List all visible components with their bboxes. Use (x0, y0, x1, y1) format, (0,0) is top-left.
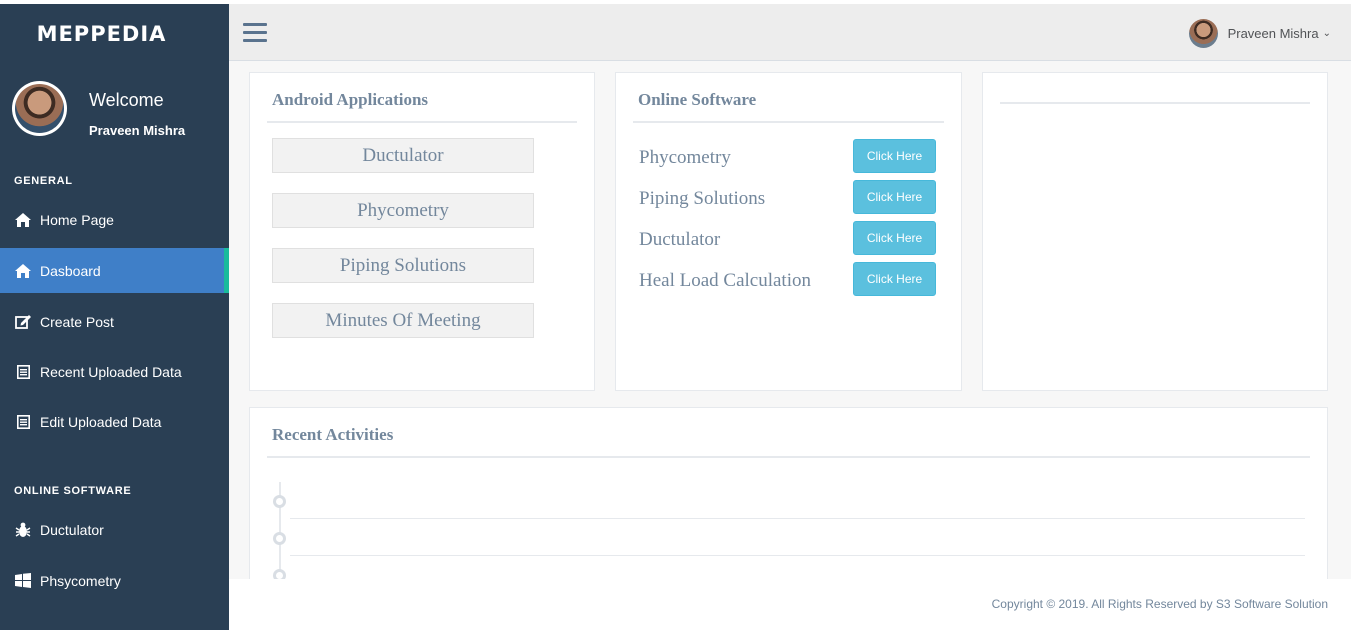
bug-icon (14, 522, 32, 538)
sidebar-item-ductulator[interactable]: Ductulator (0, 507, 229, 552)
panel-title: Android Applications (272, 90, 429, 109)
chevron-down-icon: ⌄ (1322, 28, 1331, 39)
avatar (1188, 19, 1218, 48)
welcome-text: Welcome (89, 90, 164, 110)
sidebar-item-label: Phsycometry (40, 572, 121, 589)
sidebar-item-phsycometry[interactable]: Phsycometry (0, 558, 229, 603)
sidebar-item-home-page[interactable]: Home Page (0, 197, 229, 242)
sidebar-item-label: Edit Uploaded Data (40, 413, 162, 430)
app-link-phycometry[interactable]: Phycometry (272, 193, 534, 228)
online-software-panel: Online Software Phycometry Click Here Pi… (615, 72, 962, 391)
sidebar-item-label: Create Post (40, 313, 114, 330)
software-label: Ductulator (639, 229, 721, 250)
profile: Welcome Praveen Mishra (0, 64, 229, 164)
section-online-title: ONLINE SOFTWARE (14, 485, 132, 497)
sidebar: MEPPEDIA Welcome Praveen Mishra GENERAL … (0, 4, 229, 630)
user-menu[interactable]: Praveen Mishra ⌄ (1188, 19, 1331, 48)
home-icon (14, 263, 32, 278)
sidebar-item-label: Dasboard (40, 262, 101, 279)
click-here-button[interactable]: Click Here (853, 221, 936, 255)
brand-title[interactable]: MEPPEDIA (37, 22, 167, 46)
sidebar-item-edit-uploaded-data[interactable]: Edit Uploaded Data (0, 399, 229, 444)
click-here-button[interactable]: Click Here (853, 139, 936, 173)
panel-divider (267, 456, 1310, 458)
main-content: Android Applications Ductulator Phycomet… (229, 61, 1351, 597)
menu-toggle-icon[interactable] (243, 23, 267, 43)
sidebar-item-label: Home Page (40, 211, 114, 228)
sidebar-item-create-post[interactable]: Create Post (0, 299, 229, 344)
list-icon (14, 414, 32, 429)
timeline-dot (273, 532, 286, 545)
top-navbar: Praveen Mishra ⌄ (229, 4, 1351, 61)
panel-divider (1000, 102, 1310, 104)
brand[interactable]: MEPPEDIA (0, 4, 229, 64)
app-link-minutes-of-meeting[interactable]: Minutes Of Meeting (272, 303, 534, 338)
empty-panel (982, 72, 1328, 391)
click-here-button[interactable]: Click Here (853, 262, 936, 296)
panel-divider (267, 121, 577, 123)
app-link-ductulator[interactable]: Ductulator (272, 138, 534, 173)
android-applications-panel: Android Applications Ductulator Phycomet… (249, 72, 595, 391)
timeline-dot (273, 495, 286, 508)
recent-activities-panel: Recent Activities (249, 407, 1328, 597)
sidebar-item-dashboard[interactable]: Dasboard (0, 248, 229, 293)
click-here-button[interactable]: Click Here (853, 180, 936, 214)
sidebar-item-recent-uploaded-data[interactable]: Recent Uploaded Data (0, 349, 229, 394)
software-label: Piping Solutions (639, 188, 766, 209)
edit-icon (14, 314, 32, 329)
panel-title: Recent Activities (272, 425, 394, 444)
sidebar-item-label: Ductulator (40, 521, 104, 538)
profile-name: Praveen Mishra (89, 123, 186, 138)
timeline-divider (290, 518, 1305, 519)
user-menu-name: Praveen Mishra (1227, 26, 1319, 41)
panel-title: Online Software (638, 90, 757, 109)
software-row: Phycometry Click Here (639, 139, 939, 173)
section-general-title: GENERAL (14, 175, 73, 187)
sidebar-item-label: Recent Uploaded Data (40, 363, 182, 380)
windows-icon (14, 573, 32, 588)
software-row: Ductulator Click Here (639, 221, 939, 255)
footer: Copyright © 2019. All Rights Reserved by… (229, 579, 1351, 630)
avatar (12, 81, 67, 136)
software-label: Heal Load Calculation (639, 270, 811, 291)
software-row: Piping Solutions Click Here (639, 180, 939, 214)
app-link-piping-solutions[interactable]: Piping Solutions (272, 248, 534, 283)
copyright-text: Copyright © 2019. All Rights Reserved by… (991, 597, 1328, 611)
list-icon (14, 364, 32, 379)
software-row: Heal Load Calculation Click Here (639, 262, 939, 296)
home-icon (14, 212, 32, 227)
timeline-divider (290, 555, 1305, 556)
software-label: Phycometry (639, 147, 731, 168)
panel-divider (633, 121, 944, 123)
